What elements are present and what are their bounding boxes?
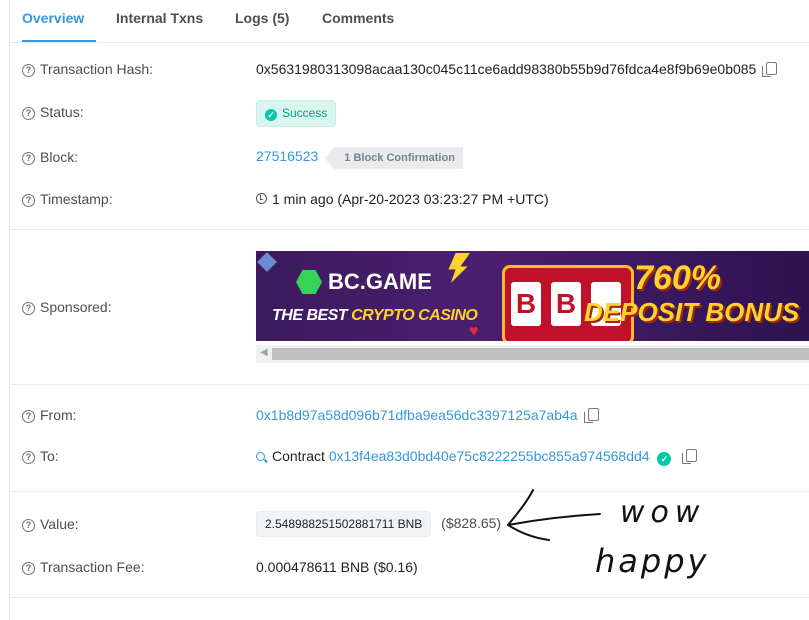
sponsored-label: ? Sponsored: bbox=[22, 299, 112, 315]
status-badge-text: Success bbox=[282, 106, 328, 120]
question-icon[interactable]: ? bbox=[22, 519, 35, 532]
clock-icon bbox=[256, 193, 267, 204]
to-contract-prefix: Contract bbox=[272, 448, 325, 464]
question-icon[interactable]: ? bbox=[22, 302, 35, 315]
question-icon[interactable]: ? bbox=[22, 64, 35, 77]
status-value-wrap: ✓ Success bbox=[256, 100, 337, 127]
hash-label-text: Transaction Hash: bbox=[40, 61, 154, 77]
block-confirmation-badge: 1 Block Confirmation bbox=[324, 147, 463, 169]
sponsored-label-text: Sponsored: bbox=[40, 299, 112, 315]
question-icon[interactable]: ? bbox=[22, 410, 35, 423]
timestamp-value-wrap: 1 min ago (Apr-20-2023 03:23:27 PM +UTC) bbox=[256, 191, 549, 207]
status-label: ? Status: bbox=[22, 104, 84, 120]
value-wrap: 2.548988251502881711 BNB ($828.65) bbox=[256, 511, 501, 537]
tab-internal-txns[interactable]: Internal Txns bbox=[116, 0, 203, 40]
banner-tagline: THE BEST CRYPTO CASINO bbox=[272, 307, 478, 325]
tab-bar: Overview Internal Txns Logs (5) Comments bbox=[10, 0, 809, 43]
from-address-link[interactable]: 0x1b8d97a58d096b71dfba9ea56dc3397125a7ab… bbox=[256, 407, 578, 423]
handwritten-annotation: wow happy bbox=[507, 489, 709, 580]
value-label: ? Value: bbox=[22, 516, 79, 532]
copy-icon[interactable] bbox=[583, 408, 599, 423]
hash-label: ? Transaction Hash: bbox=[22, 61, 153, 77]
contract-search-icon bbox=[256, 452, 265, 461]
block-label: ? Block: bbox=[22, 149, 78, 165]
check-circle-icon: ✓ bbox=[265, 109, 277, 121]
tab-logs[interactable]: Logs (5) bbox=[235, 0, 289, 40]
block-number-link[interactable]: 27516523 bbox=[256, 148, 318, 164]
copy-icon[interactable] bbox=[762, 62, 778, 77]
banner-tagline-part2: CRYPTO CASINO bbox=[351, 307, 478, 324]
block-label-text: Block: bbox=[40, 149, 79, 165]
scroll-thumb[interactable] bbox=[272, 348, 809, 360]
sponsored-banner-ad[interactable]: BC.GAME THE BEST CRYPTO CASINO ♥ B B 760… bbox=[256, 251, 809, 341]
value-amount-badge: 2.548988251502881711 BNB bbox=[256, 511, 432, 537]
fee-value: 0.000478611 BNB ($0.16) bbox=[256, 559, 418, 575]
banner-percent: 760% bbox=[634, 259, 721, 297]
bc-game-logo-icon bbox=[296, 270, 322, 294]
tab-overview[interactable]: Overview bbox=[22, 0, 96, 42]
from-label: ? From: bbox=[22, 407, 77, 423]
status-badge: ✓ Success bbox=[256, 100, 337, 127]
from-value-wrap: 0x1b8d97a58d096b71dfba9ea56dc3397125a7ab… bbox=[256, 407, 599, 423]
banner-tagline-part1: THE BEST bbox=[272, 307, 352, 324]
tab-comments[interactable]: Comments bbox=[322, 0, 394, 40]
timestamp-value: 1 min ago (Apr-20-2023 03:23:27 PM +UTC) bbox=[272, 191, 549, 207]
divider bbox=[10, 597, 809, 598]
question-icon[interactable]: ? bbox=[22, 562, 35, 575]
annotation-line2: happy bbox=[595, 542, 709, 580]
timestamp-label-text: Timestamp: bbox=[40, 191, 113, 207]
question-icon[interactable]: ? bbox=[22, 451, 35, 464]
to-label-text: To: bbox=[40, 448, 59, 464]
question-icon[interactable]: ? bbox=[22, 194, 35, 207]
scroll-left-arrow-icon[interactable]: ◀ bbox=[260, 347, 268, 358]
to-address-link[interactable]: 0x13f4ea83d0bd40e75c8222255bc855a974568d… bbox=[329, 448, 650, 464]
status-label-text: Status: bbox=[40, 104, 84, 120]
lightning-bolt-icon bbox=[448, 253, 470, 283]
divider bbox=[10, 384, 809, 385]
timestamp-label: ? Timestamp: bbox=[22, 191, 113, 207]
annotation-line1: wow bbox=[620, 495, 705, 530]
fee-label: ? Transaction Fee: bbox=[22, 559, 145, 575]
question-icon[interactable]: ? bbox=[22, 107, 35, 120]
banner-brand: BC.GAME bbox=[328, 269, 432, 294]
diamond-icon bbox=[257, 252, 277, 272]
slot-reel: B bbox=[551, 282, 581, 326]
transaction-hash-value: 0x5631980313098acaa130c045c11ce6add98380… bbox=[256, 61, 757, 77]
divider bbox=[10, 229, 809, 230]
copy-icon[interactable] bbox=[682, 449, 698, 464]
value-label-text: Value: bbox=[40, 516, 79, 532]
fee-label-text: Transaction Fee: bbox=[40, 559, 145, 575]
value-usd: ($828.65) bbox=[441, 515, 502, 531]
heart-icon: ♥ bbox=[469, 323, 479, 340]
arrow-shaft bbox=[507, 513, 601, 526]
block-value-wrap: 27516523 1 Block Confirmation bbox=[256, 147, 463, 169]
from-label-text: From: bbox=[40, 407, 77, 423]
verified-check-icon: ✓ bbox=[657, 452, 672, 466]
question-icon[interactable]: ? bbox=[22, 152, 35, 165]
banner-bonus-text: DEPOSIT BONUS bbox=[584, 297, 800, 327]
hash-value-wrap: 0x5631980313098acaa130c045c11ce6add98380… bbox=[256, 61, 778, 77]
to-label: ? To: bbox=[22, 448, 59, 464]
slot-reel: B bbox=[511, 282, 541, 326]
banner-horizontal-scrollbar[interactable]: ◀ bbox=[256, 345, 809, 363]
to-value-wrap: Contract 0x13f4ea83d0bd40e75c8222255bc85… bbox=[256, 448, 698, 466]
arrow-head bbox=[507, 489, 550, 541]
